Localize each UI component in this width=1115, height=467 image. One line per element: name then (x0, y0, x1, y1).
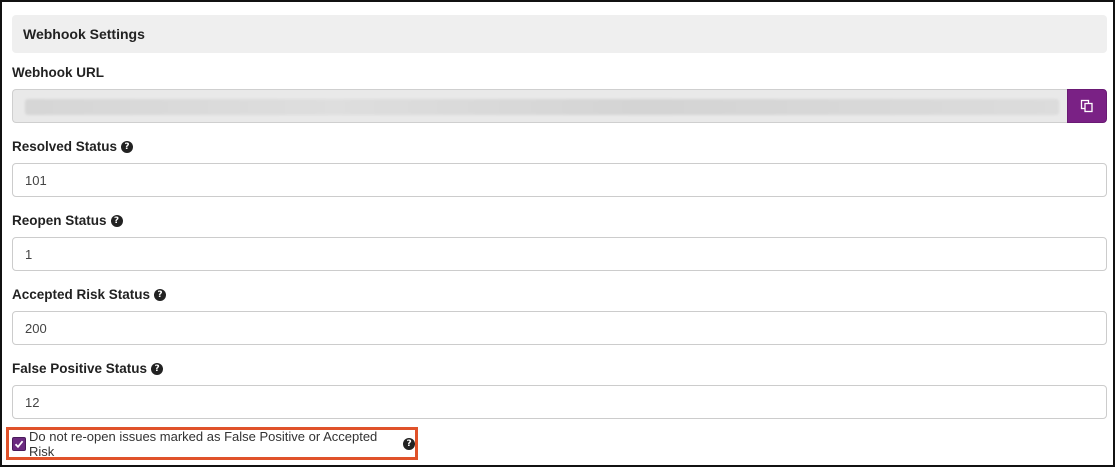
false-positive-status-input[interactable] (12, 385, 1107, 419)
help-icon[interactable]: ? (110, 214, 123, 227)
no-reopen-checkbox-label[interactable]: Do not re-open issues marked as False Po… (29, 429, 399, 459)
webhook-url-field[interactable] (12, 89, 1067, 123)
accepted-risk-status-input[interactable] (12, 311, 1107, 345)
copy-icon (1080, 99, 1093, 113)
accepted-risk-status-label: Accepted Risk Status ? (12, 287, 167, 302)
reopen-status-label: Reopen Status ? (12, 213, 123, 228)
section-title: Webhook Settings (23, 26, 145, 42)
webhook-settings-panel: Webhook Settings Webhook URL Resolved St… (0, 0, 1115, 467)
check-icon (14, 440, 24, 448)
webhook-url-row (12, 89, 1107, 123)
help-icon[interactable]: ? (121, 140, 134, 153)
help-icon[interactable]: ? (151, 362, 164, 375)
false-positive-status-label: False Positive Status ? (12, 361, 164, 376)
section-header: Webhook Settings (12, 15, 1107, 53)
help-icon[interactable]: ? (403, 437, 415, 450)
no-reopen-checkbox-row: Do not re-open issues marked as False Po… (6, 427, 418, 460)
copy-url-button[interactable] (1067, 89, 1107, 123)
redacted-url (25, 99, 1059, 115)
resolved-status-label: Resolved Status ? (12, 139, 134, 154)
no-reopen-checkbox[interactable] (12, 436, 26, 451)
webhook-url-label: Webhook URL (12, 65, 104, 80)
help-icon[interactable]: ? (154, 288, 167, 301)
resolved-status-input[interactable] (12, 163, 1107, 197)
reopen-status-input[interactable] (12, 237, 1107, 271)
